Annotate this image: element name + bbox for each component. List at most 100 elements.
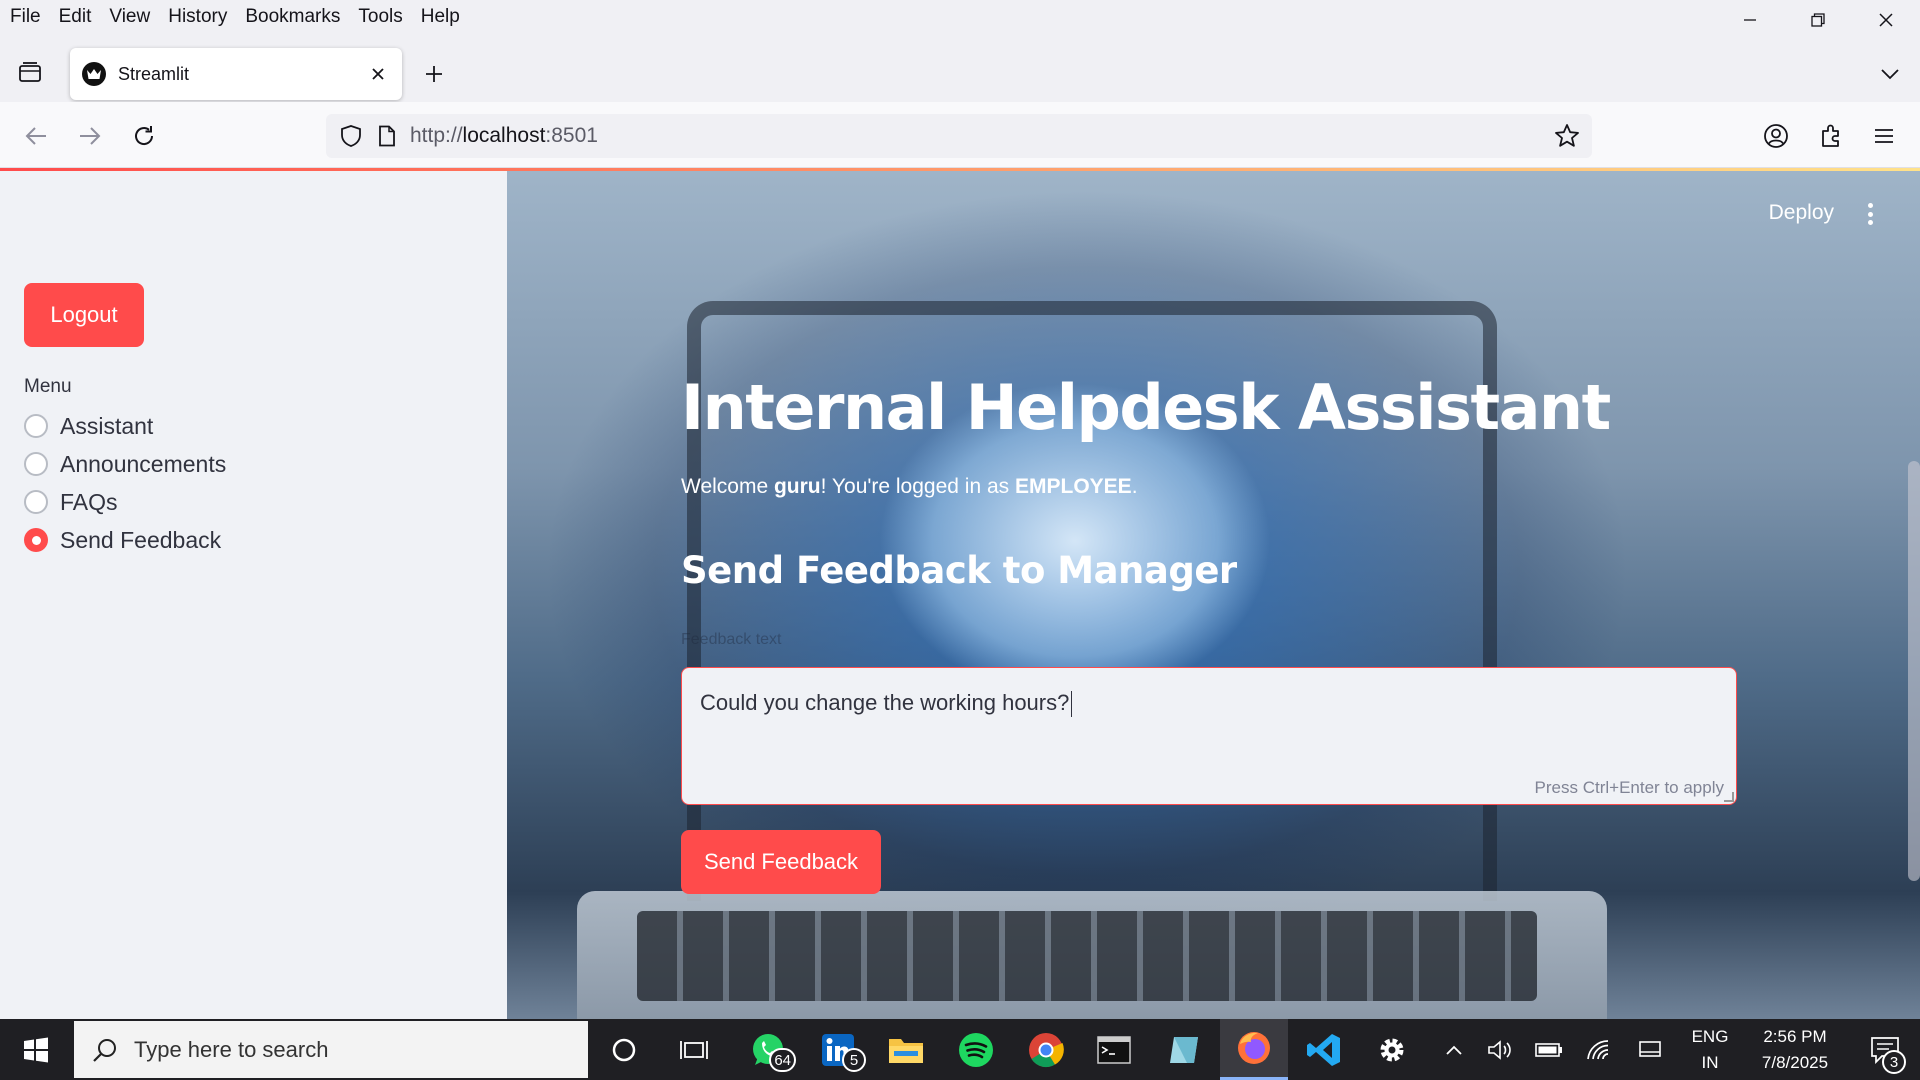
- taskbar-search-box[interactable]: Type here to search: [74, 1021, 588, 1078]
- page-title: Internal Helpdesk Assistant: [681, 371, 1611, 444]
- task-view-icon: [680, 1040, 708, 1059]
- search-placeholder: Type here to search: [134, 1036, 329, 1062]
- notes-icon: [1170, 1036, 1198, 1063]
- navigation-toolbar: http://localhost:8501: [0, 102, 1920, 168]
- firefox-view-button[interactable]: [14, 56, 46, 88]
- radio-send-feedback[interactable]: Send Feedback: [24, 521, 226, 559]
- action-center-button[interactable]: 3: [1850, 1019, 1920, 1080]
- battery-button[interactable]: [1528, 1019, 1570, 1080]
- battery-icon: [1535, 1042, 1562, 1057]
- radio-checked-icon: [24, 528, 48, 552]
- taskbar-notes-app[interactable]: [1150, 1019, 1218, 1080]
- minimize-button[interactable]: [1716, 0, 1784, 40]
- extensions-button[interactable]: [1813, 118, 1849, 154]
- feedback-field-label: Feedback text: [681, 631, 782, 648]
- menu-help[interactable]: Help: [421, 6, 460, 28]
- menu-tools[interactable]: Tools: [358, 6, 402, 28]
- show-hidden-icons-button[interactable]: [1436, 1019, 1472, 1080]
- radio-faqs[interactable]: FAQs: [24, 483, 226, 521]
- taskbar-chrome[interactable]: [1012, 1019, 1080, 1080]
- feedback-hint: Press Ctrl+Enter to apply: [1534, 778, 1724, 797]
- menu-view[interactable]: View: [109, 6, 150, 28]
- volume-button[interactable]: [1480, 1019, 1520, 1080]
- account-icon: [1764, 124, 1788, 148]
- account-button[interactable]: [1758, 118, 1794, 154]
- app-menu-button[interactable]: [1866, 118, 1902, 154]
- whatsapp-badge: 64: [769, 1048, 796, 1072]
- firefox-icon: [1238, 1032, 1270, 1064]
- url-port: :8501: [545, 124, 598, 147]
- display-icon: [1639, 1040, 1661, 1057]
- radio-unchecked-icon: [24, 490, 48, 514]
- feedback-text-value[interactable]: Could you change the working hours?: [700, 690, 1072, 717]
- window-controls: [1716, 0, 1920, 40]
- radio-label: Send Feedback: [60, 526, 222, 553]
- taskbar-terminal[interactable]: [1080, 1019, 1148, 1080]
- new-tab-button[interactable]: [418, 58, 450, 90]
- radio-assistant[interactable]: Assistant: [24, 407, 226, 445]
- streamlit-favicon-icon: [82, 62, 106, 86]
- spotify-icon: [959, 1032, 993, 1067]
- radio-announcements[interactable]: Announcements: [24, 445, 226, 483]
- reload-button[interactable]: [126, 118, 162, 154]
- puzzle-icon: [1822, 124, 1839, 147]
- speaker-icon: [1488, 1039, 1511, 1060]
- restore-button[interactable]: [1784, 0, 1852, 40]
- task-view-button[interactable]: [660, 1019, 728, 1080]
- logout-button[interactable]: Logout: [24, 283, 144, 347]
- taskbar-spotify[interactable]: [942, 1019, 1010, 1080]
- page-icon[interactable]: [378, 125, 396, 147]
- menu-file[interactable]: File: [10, 6, 41, 28]
- deploy-button[interactable]: Deploy: [1769, 201, 1834, 225]
- region-code: IN: [1701, 1052, 1719, 1072]
- start-button[interactable]: [0, 1019, 72, 1080]
- main-scrollbar[interactable]: [1908, 461, 1920, 881]
- list-all-tabs-button[interactable]: [1874, 58, 1906, 90]
- tab-close-button[interactable]: [364, 60, 392, 88]
- clock[interactable]: 2:56 PM 7/8/2025: [1742, 1019, 1848, 1080]
- taskbar-settings[interactable]: [1358, 1019, 1426, 1080]
- url-text[interactable]: http://localhost:8501: [410, 124, 598, 148]
- shield-icon[interactable]: [340, 124, 362, 148]
- forward-button[interactable]: [72, 118, 108, 154]
- cortana-button[interactable]: [590, 1019, 658, 1080]
- clock-time: 2:56 PM: [1763, 1026, 1827, 1046]
- taskbar-firefox[interactable]: [1220, 1019, 1288, 1080]
- tablet-mode-button[interactable]: [1628, 1019, 1672, 1080]
- url-host: localhost: [462, 124, 546, 147]
- send-feedback-button[interactable]: Send Feedback: [681, 830, 881, 894]
- kebab-dot-icon: [1867, 211, 1873, 217]
- taskbar-linkedin[interactable]: 5: [804, 1019, 872, 1080]
- network-button[interactable]: [1578, 1019, 1620, 1080]
- tab-streamlit[interactable]: Streamlit: [70, 48, 402, 100]
- feedback-textarea[interactable]: Could you change the working hours? Pres…: [681, 667, 1737, 805]
- back-button[interactable]: [18, 118, 54, 154]
- taskbar-file-explorer[interactable]: [872, 1019, 940, 1080]
- star-bookmark-icon[interactable]: [1554, 123, 1580, 149]
- tab-list-icon: [19, 62, 41, 82]
- radio-unchecked-icon: [24, 452, 48, 476]
- close-window-button[interactable]: [1852, 0, 1920, 40]
- taskbar-whatsapp[interactable]: 64: [734, 1019, 802, 1080]
- menu-edit[interactable]: Edit: [59, 6, 92, 28]
- wifi-icon: [1587, 1039, 1609, 1059]
- language-indicator[interactable]: ENG IN: [1682, 1019, 1738, 1080]
- radio-label: FAQs: [60, 488, 118, 515]
- main-menu-button[interactable]: [1860, 201, 1880, 227]
- taskbar-vscode[interactable]: [1290, 1019, 1358, 1080]
- radio-label: Announcements: [60, 450, 227, 477]
- close-icon: [372, 68, 384, 80]
- resize-handle-icon[interactable]: [1724, 792, 1734, 802]
- kebab-dot-icon: [1867, 220, 1873, 225]
- menu-label: Menu: [24, 376, 72, 397]
- hamburger-menu-icon: [1875, 129, 1893, 143]
- welcome-message: Welcome guru! You're logged in as EMPLOY…: [681, 475, 1138, 499]
- arrow-left-icon: [25, 127, 46, 145]
- arrow-right-icon: [80, 127, 101, 145]
- sidebar: Logout Menu Assistant Announcements FAQs…: [0, 171, 507, 1019]
- welcome-username: guru: [773, 475, 821, 498]
- menu-history[interactable]: History: [168, 6, 227, 28]
- menu-bookmarks[interactable]: Bookmarks: [245, 6, 340, 28]
- plus-icon: [426, 66, 442, 82]
- url-bar[interactable]: http://localhost:8501: [326, 114, 1592, 158]
